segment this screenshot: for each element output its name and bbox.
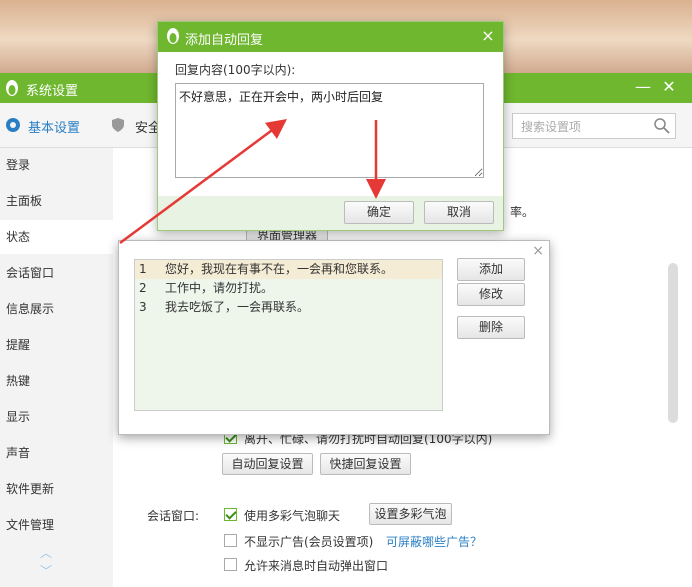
close-icon[interactable]: ×	[479, 27, 497, 45]
add-dialog-footer: 确定 取消	[158, 196, 503, 230]
list-item-number: 1	[139, 262, 147, 276]
cancel-button[interactable]: 取消	[424, 201, 494, 224]
edit-button[interactable]: 修改	[457, 283, 525, 306]
delete-button[interactable]: 删除	[457, 316, 525, 339]
watermark-url: jingyan.baidu.com	[540, 550, 642, 563]
colorful-bubble-checkbox[interactable]	[224, 508, 237, 521]
gear-icon	[6, 118, 20, 132]
settings-sidebar: 登录 主面板 状态 会话窗口 信息展示 提醒 热键 显示 声音 软件更新 文件管…	[0, 148, 113, 587]
sidebar-item-hotkey[interactable]: 热键	[0, 364, 113, 398]
search-input[interactable]: 搜索设置项	[512, 113, 676, 139]
watermark-logo: Baidu经验	[530, 521, 666, 551]
sidebar-item-software-update[interactable]: 软件更新	[0, 472, 113, 506]
scroll-up-icon[interactable]: ︿	[40, 544, 52, 561]
qq-penguin-icon	[167, 28, 179, 44]
list-item-text: 您好，我现在有事不在，一会再和您联系。	[165, 262, 394, 276]
search-placeholder: 搜索设置项	[521, 120, 582, 134]
list-item[interactable]: 2 工作中，请勿打扰。	[135, 279, 442, 298]
add-dialog-title: 添加自动回复	[185, 33, 264, 48]
sidebar-item-session-window[interactable]: 会话窗口	[0, 256, 113, 290]
list-item-number: 2	[139, 281, 147, 295]
no-ads-label: 不显示广告(会员设置项)	[244, 535, 374, 549]
session-window-label: 会话窗口:	[147, 509, 200, 523]
reply-content-field[interactable]: 不好意思，正在开会中，两小时后回复	[175, 83, 484, 178]
sidebar-item-main-panel[interactable]: 主面板	[0, 184, 113, 218]
colorful-bubble-label: 使用多彩气泡聊天	[244, 509, 341, 523]
ok-button[interactable]: 确定	[344, 201, 414, 224]
sidebar-item-file-management[interactable]: 文件管理	[0, 508, 113, 542]
scroll-down-icon[interactable]: ﹀	[40, 562, 52, 579]
sidebar-item-display[interactable]: 显示	[0, 400, 113, 434]
list-item[interactable]: 3 我去吃饭了，一会再联系。	[135, 298, 442, 317]
add-auto-reply-dialog: 添加自动回复 × 回复内容(100字以内): 不好意思，正在开会中，两小时后回复…	[157, 21, 504, 231]
sidebar-item-reminder[interactable]: 提醒	[0, 328, 113, 362]
minimize-button[interactable]: —	[634, 78, 652, 96]
settings-title: 系统设置	[26, 84, 79, 99]
close-button[interactable]: ✕	[660, 78, 678, 96]
add-dialog-body: 回复内容(100字以内): 不好意思，正在开会中，两小时后回复	[158, 52, 503, 196]
shield-icon	[112, 118, 124, 132]
content-scrollbar[interactable]	[668, 263, 678, 423]
sidebar-item-info-display[interactable]: 信息展示	[0, 292, 113, 326]
reply-list: 1 您好，我现在有事不在，一会再和您联系。 2 工作中，请勿打扰。 3 我去吃饭…	[134, 259, 443, 411]
list-item-text: 我去吃饭了，一会再联系。	[165, 300, 310, 314]
close-icon[interactable]: ×	[532, 243, 544, 259]
add-dialog-titlebar: 添加自动回复 ×	[158, 22, 503, 52]
set-bubble-button[interactable]: 设置多彩气泡	[369, 503, 452, 525]
tab-basic-settings[interactable]: 基本设置	[28, 117, 80, 136]
auto-popup-label: 允许来消息时自动弹出窗口	[244, 559, 389, 573]
sidebar-item-status[interactable]: 状态	[0, 220, 113, 254]
qq-penguin-icon	[6, 80, 18, 96]
add-button[interactable]: 添加	[457, 258, 525, 281]
auto-reply-list-dialog: × 1 您好，我现在有事不在，一会再和您联系。 2 工作中，请勿打扰。 3 我去…	[118, 240, 550, 435]
sidebar-item-sound[interactable]: 声音	[0, 436, 113, 470]
list-item-number: 3	[139, 300, 147, 314]
no-ads-checkbox[interactable]	[224, 534, 237, 547]
which-ads-link[interactable]: 可屏蔽哪些广告？	[386, 533, 482, 550]
list-item-text: 工作中，请勿打扰。	[165, 281, 274, 295]
auto-reply-settings-button[interactable]: 自动回复设置	[222, 453, 313, 475]
reply-content-label: 回复内容(100字以内):	[175, 63, 296, 77]
search-icon[interactable]	[653, 117, 671, 135]
auto-popup-checkbox[interactable]	[224, 558, 237, 571]
list-item[interactable]: 1 您好，我现在有事不在，一会再和您联系。	[135, 260, 442, 279]
partial-text: 率。	[510, 205, 535, 219]
quick-reply-settings-button[interactable]: 快捷回复设置	[320, 453, 411, 475]
sidebar-item-login[interactable]: 登录	[0, 148, 113, 182]
